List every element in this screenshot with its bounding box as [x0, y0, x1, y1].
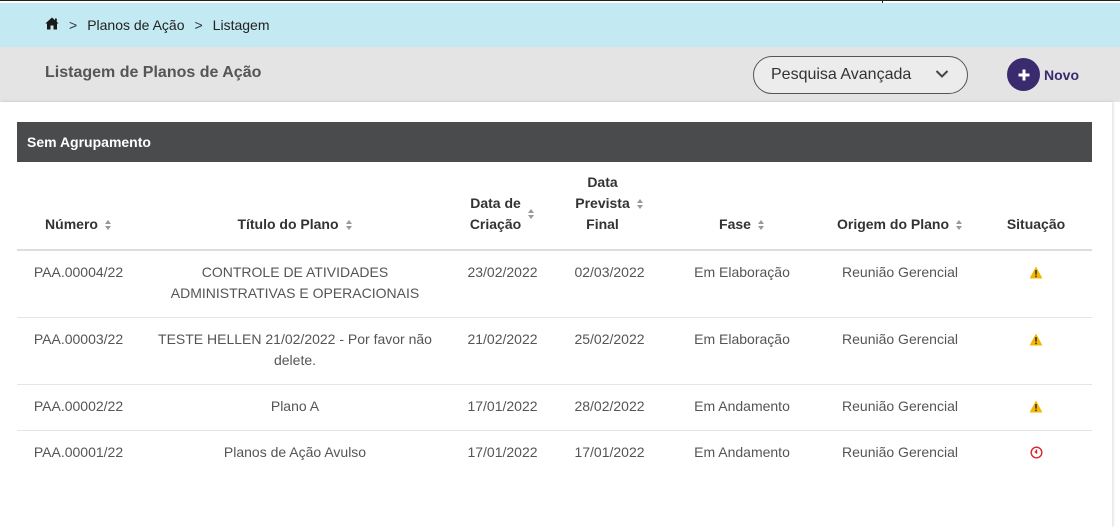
- cell-titulo: TESTE HELLEN 21/02/2022 - Por favor não …: [140, 317, 450, 385]
- warning-icon: [1029, 333, 1043, 345]
- column-label: Título do Plano: [237, 216, 339, 232]
- cell-situacao: [980, 317, 1092, 385]
- breadcrumb-separator: >: [194, 17, 203, 33]
- breadcrumb-item-listagem: Listagem: [212, 17, 270, 33]
- sort-icon: [345, 219, 352, 230]
- column-label: Situação: [1006, 216, 1066, 232]
- cell-criacao: 23/02/2022: [450, 250, 555, 318]
- cell-fase: Em Andamento: [694, 443, 790, 460]
- plans-table: Número Título do Plano Data de Criação Da…: [17, 162, 1092, 474]
- group-header: Sem Agrupamento: [17, 122, 1092, 162]
- cell-fase: Em Andamento: [664, 384, 820, 431]
- cell-fase: Em Elaboração: [664, 250, 820, 318]
- cell-numero: PAA.00003/22: [17, 317, 140, 385]
- cell-numero: PAA.00001/22: [33, 443, 124, 460]
- clock-overdue-icon: [1029, 445, 1043, 459]
- cell-prevista: 25/02/2022: [555, 317, 664, 385]
- sort-icon: [104, 219, 111, 230]
- sort-icon: [528, 209, 535, 219]
- cell-origem: Reunião Gerencial: [820, 317, 980, 385]
- column-label: Origem do Plano: [836, 216, 949, 232]
- cell-origem: Reunião Gerencial: [842, 443, 958, 460]
- cell-criacao: 21/02/2022: [450, 317, 555, 385]
- cell-titulo: Plano A: [140, 384, 450, 431]
- page-header: Listagem de Planos de Ação Pesquisa Avan…: [0, 47, 1120, 102]
- column-label: Número: [45, 216, 98, 232]
- cell-numero: PAA.00004/22: [17, 250, 140, 318]
- sort-icon: [636, 198, 643, 209]
- cell-titulo: CONTROLE DE ATIVIDADES ADMINISTRATIVAS E…: [140, 250, 450, 318]
- sort-icon: [956, 219, 962, 230]
- column-label: Fase: [719, 216, 751, 232]
- column-header-fase[interactable]: Fase: [664, 162, 820, 251]
- cell-origem: Reunião Gerencial: [820, 384, 980, 431]
- chevron-down-icon: [935, 70, 949, 78]
- advanced-search-dropdown[interactable]: Pesquisa Avançada: [753, 56, 968, 94]
- cell-situacao: [980, 250, 1092, 318]
- cell-situacao: [980, 430, 1092, 474]
- column-header-situacao: Situação: [980, 162, 1092, 251]
- cell-prevista: 02/03/2022: [555, 250, 664, 318]
- cell-situacao: [980, 384, 1092, 431]
- cell-prevista: 28/02/2022: [555, 384, 664, 431]
- column-label: Data de Criação: [469, 195, 522, 232]
- cell-numero: PAA.00002/22: [17, 384, 140, 431]
- home-icon[interactable]: [45, 17, 59, 33]
- table-row[interactable]: PAA.00004/22 CONTROLE DE ATIVIDADES ADMI…: [17, 250, 1092, 318]
- column-label: Data Prevista Final: [575, 174, 630, 232]
- sort-icon: [757, 219, 764, 230]
- table-row[interactable]: PAA.00001/22 Planos de Ação Avulso 17/01…: [17, 430, 1092, 474]
- cell-criacao: 17/01/2022: [467, 443, 538, 460]
- column-header-origem[interactable]: Origem do Plano: [820, 162, 980, 251]
- warning-icon: [1029, 266, 1043, 279]
- cell-prevista: 17/01/2022: [574, 443, 645, 460]
- table-header-row: Número Título do Plano Data de Criação Da…: [17, 162, 1092, 251]
- plus-icon: [1007, 58, 1040, 91]
- breadcrumb-item-planos[interactable]: Planos de Ação: [87, 17, 184, 33]
- cell-titulo: Planos de Ação Avulso: [223, 443, 367, 460]
- page-title: Listagem de Planos de Ação: [45, 64, 262, 81]
- column-header-criacao[interactable]: Data de Criação: [450, 162, 555, 251]
- breadcrumb-separator: >: [69, 17, 78, 33]
- table-row[interactable]: PAA.00003/22 TESTE HELLEN 21/02/2022 - P…: [17, 317, 1092, 385]
- breadcrumb: > Planos de Ação > Listagem: [0, 3, 1120, 47]
- column-header-titulo[interactable]: Título do Plano: [140, 162, 450, 251]
- cell-criacao: 17/01/2022: [450, 384, 555, 431]
- table-row[interactable]: PAA.00002/22 Plano A 17/01/2022 28/02/20…: [17, 384, 1092, 431]
- column-header-numero[interactable]: Número: [17, 162, 140, 251]
- cell-fase: Em Elaboração: [664, 317, 820, 385]
- content-panel: Sem Agrupamento Número Título do Plano D…: [0, 102, 1112, 527]
- new-plan-button[interactable]: Novo: [1007, 58, 1079, 91]
- cell-origem: Reunião Gerencial: [820, 250, 980, 318]
- warning-icon: [1029, 400, 1043, 412]
- column-header-prevista[interactable]: Data Prevista Final: [555, 162, 664, 251]
- new-button-label: Novo: [1044, 66, 1079, 83]
- advanced-search-label: Pesquisa Avançada: [771, 66, 912, 83]
